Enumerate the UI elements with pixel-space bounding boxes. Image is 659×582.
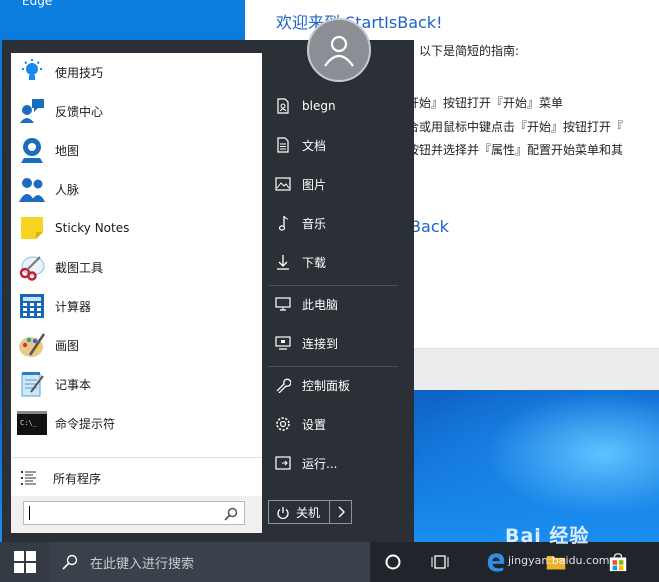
wallpaper-glow bbox=[420, 390, 659, 542]
calculator-icon bbox=[17, 291, 47, 321]
app-item-tips[interactable]: 使用技巧 bbox=[11, 53, 262, 91]
computer-icon bbox=[274, 295, 292, 313]
welcome-line-2: 『开始』按钮打开『开始』菜单 bbox=[395, 96, 564, 110]
right-item-user-folder[interactable]: blegn bbox=[264, 88, 404, 124]
right-item-downloads[interactable]: 下载 bbox=[264, 244, 404, 280]
right-item-settings[interactable]: 设置 bbox=[264, 406, 404, 442]
shutdown-button[interactable]: 关机 bbox=[268, 500, 330, 524]
cortana-button[interactable] bbox=[383, 552, 403, 572]
right-item-connect[interactable]: 连接到 bbox=[264, 325, 404, 361]
start-search-box[interactable] bbox=[23, 501, 245, 525]
app-item-command-prompt[interactable]: C:\_ 命令提示符 bbox=[11, 404, 262, 442]
start-button[interactable] bbox=[0, 542, 50, 582]
power-icon bbox=[276, 505, 290, 520]
right-item-label: 运行... bbox=[302, 456, 338, 471]
right-item-label: 此电脑 bbox=[302, 297, 339, 312]
right-item-label: 文档 bbox=[302, 138, 327, 153]
user-icon bbox=[324, 35, 354, 67]
edge-button[interactable] bbox=[486, 552, 506, 572]
desktop-edge-label[interactable]: Edge bbox=[22, 0, 52, 8]
cortana-icon bbox=[385, 554, 401, 570]
store-button[interactable] bbox=[608, 552, 628, 572]
control-panel-icon bbox=[274, 376, 292, 394]
app-item-sticky-notes[interactable]: Sticky Notes bbox=[11, 209, 262, 247]
app-item-people[interactable]: 人脉 bbox=[11, 170, 262, 208]
right-item-this-pc[interactable]: 此电脑 bbox=[264, 286, 404, 322]
app-item-paint[interactable]: 画图 bbox=[11, 326, 262, 364]
user-folder-icon bbox=[274, 97, 292, 115]
right-item-label: 下载 bbox=[302, 255, 327, 270]
start-search-area bbox=[11, 496, 262, 533]
document-icon bbox=[274, 136, 292, 154]
app-label: 截图工具 bbox=[55, 260, 104, 275]
start-menu-programs-panel: 使用技巧 反馈中心 地图 人脉 Sticky Notes 截图工具 计算器 画图… bbox=[11, 53, 262, 533]
right-item-music[interactable]: 音乐 bbox=[264, 205, 404, 241]
feedback-icon bbox=[17, 96, 47, 126]
app-label: 命令提示符 bbox=[55, 416, 116, 431]
app-label: 画图 bbox=[55, 338, 80, 353]
right-item-label: 图片 bbox=[302, 177, 327, 192]
all-programs-label: 所有程序 bbox=[53, 471, 102, 486]
baidu-watermark-url: jingyan.baidu.com bbox=[508, 554, 610, 567]
text-caret bbox=[29, 506, 30, 520]
right-item-label: blegn bbox=[302, 99, 336, 113]
task-view-icon bbox=[431, 555, 449, 569]
svg-text:C:\_: C:\_ bbox=[20, 419, 38, 427]
snipping-tool-icon bbox=[17, 252, 47, 282]
app-item-calculator[interactable]: 计算器 bbox=[11, 287, 262, 325]
app-label: 计算器 bbox=[55, 299, 92, 314]
gear-icon bbox=[274, 415, 292, 433]
app-label: 记事本 bbox=[55, 377, 92, 392]
sticky-notes-icon bbox=[17, 213, 47, 243]
store-icon bbox=[609, 553, 627, 572]
search-icon bbox=[62, 554, 78, 570]
welcome-line-4: 』按钮并选择并『属性』配置开始菜单和其 bbox=[395, 143, 624, 157]
right-item-pictures[interactable]: 图片 bbox=[264, 166, 404, 202]
app-item-maps[interactable]: 地图 bbox=[11, 131, 262, 169]
app-item-feedback[interactable]: 反馈中心 bbox=[11, 92, 262, 130]
command-prompt-icon: C:\_ bbox=[17, 408, 47, 438]
user-avatar[interactable] bbox=[307, 18, 371, 82]
app-label: 地图 bbox=[55, 143, 80, 158]
people-icon bbox=[17, 174, 47, 204]
windows-logo-icon bbox=[14, 551, 36, 573]
picture-icon bbox=[274, 175, 292, 193]
app-item-snipping-tool[interactable]: 截图工具 bbox=[11, 248, 262, 286]
right-item-label: 音乐 bbox=[302, 216, 327, 231]
lightbulb-icon bbox=[17, 57, 47, 87]
chevron-right-icon bbox=[338, 506, 345, 518]
start-search-input[interactable] bbox=[24, 502, 214, 524]
right-item-documents[interactable]: 文档 bbox=[264, 127, 404, 163]
run-icon bbox=[274, 454, 292, 472]
list-icon bbox=[21, 470, 37, 486]
app-label: Sticky Notes bbox=[55, 221, 130, 235]
right-item-run[interactable]: 运行... bbox=[264, 445, 404, 481]
programs-divider bbox=[11, 457, 262, 458]
app-label: 反馈中心 bbox=[55, 104, 104, 119]
notepad-icon bbox=[17, 369, 47, 399]
search-icon[interactable] bbox=[224, 506, 238, 521]
right-item-control-panel[interactable]: 控制面板 bbox=[264, 367, 404, 403]
connect-icon bbox=[274, 334, 292, 352]
taskbar-search-box[interactable]: 在此键入进行搜索 bbox=[50, 542, 370, 582]
paint-icon bbox=[17, 330, 47, 360]
task-view-button[interactable] bbox=[430, 552, 450, 572]
right-item-label: 连接到 bbox=[302, 336, 339, 351]
music-icon bbox=[274, 214, 292, 232]
app-label: 人脉 bbox=[55, 182, 80, 197]
all-programs-item[interactable]: 所有程序 bbox=[11, 461, 262, 495]
baidu-watermark-brand: Bai 经验 bbox=[505, 525, 590, 547]
shutdown-options-button[interactable] bbox=[330, 500, 352, 524]
app-label: 使用技巧 bbox=[55, 65, 104, 80]
taskbar-search-placeholder: 在此键入进行搜索 bbox=[90, 556, 195, 572]
right-item-label: 控制面板 bbox=[302, 378, 351, 393]
start-menu: 使用技巧 反馈中心 地图 人脉 Sticky Notes 截图工具 计算器 画图… bbox=[2, 18, 414, 542]
download-icon bbox=[274, 253, 292, 271]
welcome-line-3: 组合或用鼠标中键点击『开始』按钮打开『 bbox=[395, 120, 624, 134]
app-item-notepad[interactable]: 记事本 bbox=[11, 365, 262, 403]
right-item-label: 设置 bbox=[302, 417, 327, 432]
edge-icon bbox=[487, 553, 505, 572]
shutdown-label: 关机 bbox=[296, 505, 321, 520]
maps-icon bbox=[17, 135, 47, 165]
